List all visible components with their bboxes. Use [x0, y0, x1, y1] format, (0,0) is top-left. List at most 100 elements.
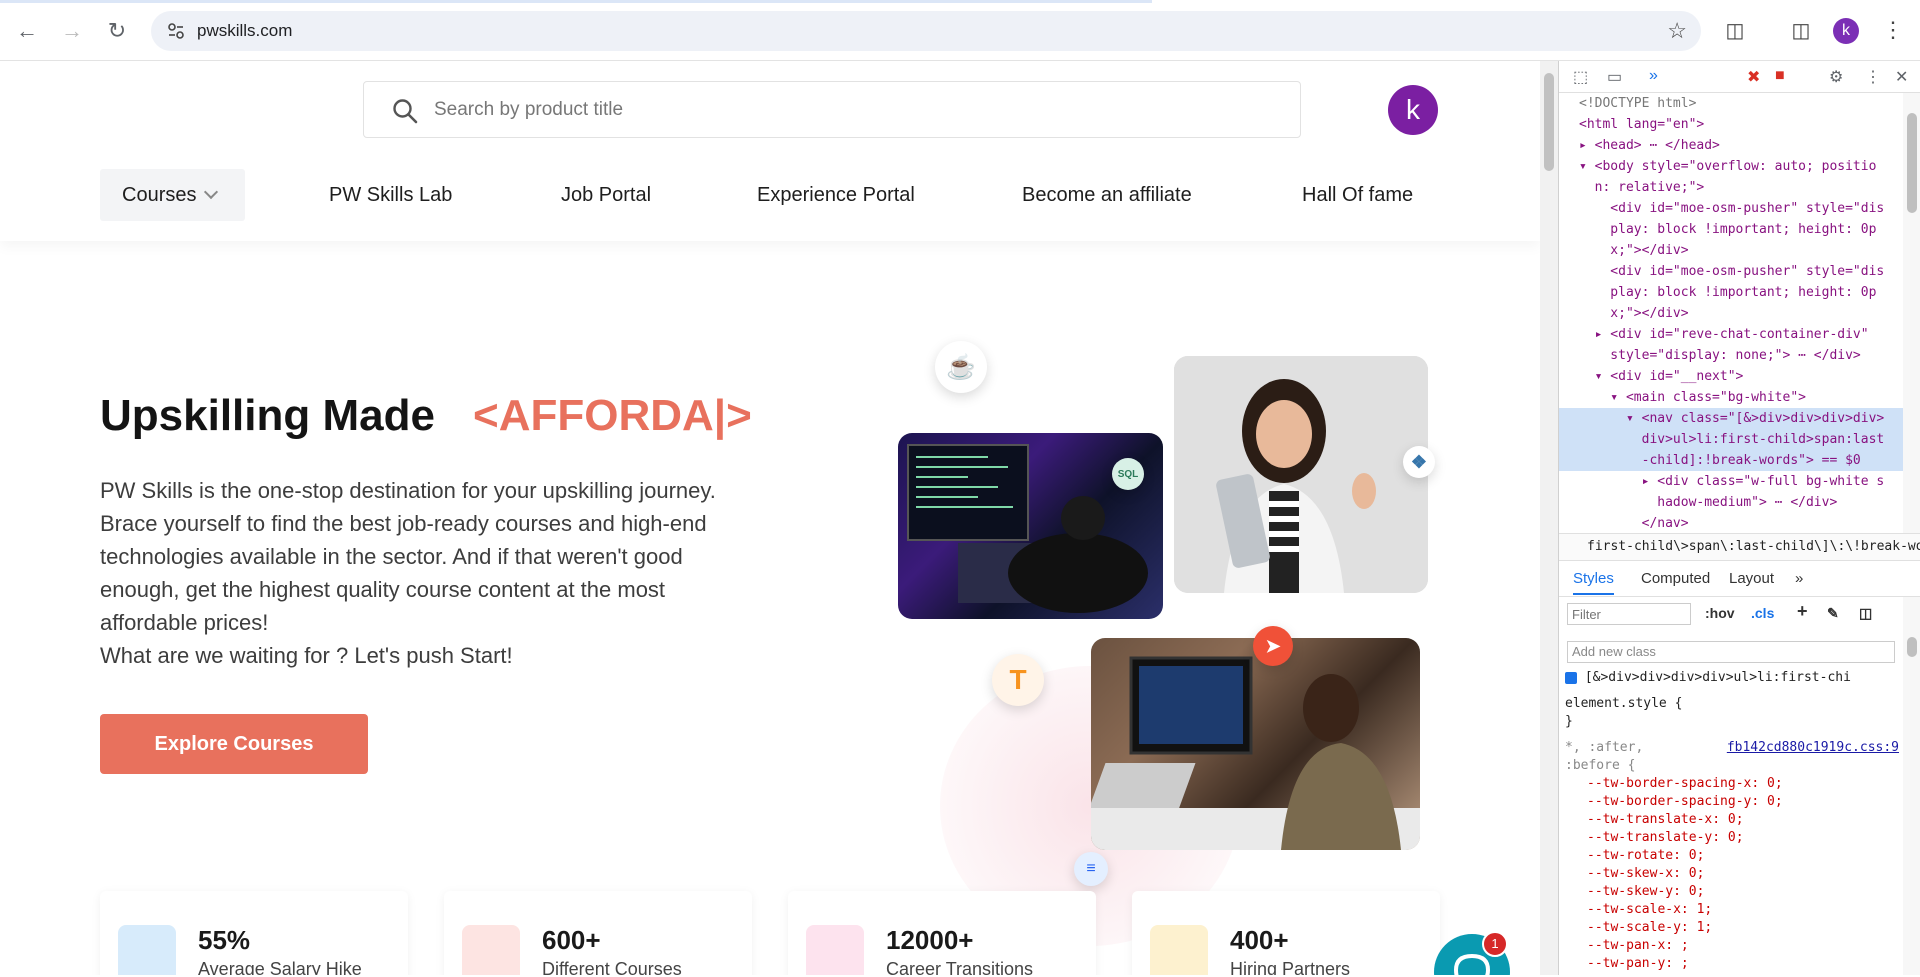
class-checkbox-row[interactable]: [&>div>div>div>div>ul>li:first-chi	[1565, 669, 1903, 687]
extensions-icon[interactable]: ◫	[1720, 15, 1750, 45]
close-devtools-icon[interactable]: ✕	[1895, 67, 1908, 87]
dom-line[interactable]: </nav>	[1579, 513, 1903, 534]
css-property[interactable]: --tw-pan-y: ;	[1565, 955, 1903, 973]
book-icon	[462, 925, 520, 975]
explore-courses-button[interactable]: Explore Courses	[100, 714, 368, 774]
tab-computed[interactable]: Computed	[1641, 570, 1710, 587]
new-rule-plus-icon[interactable]: +	[1797, 601, 1808, 622]
dom-line[interactable]: <html lang="en">	[1579, 114, 1903, 135]
bookmark-star-icon[interactable]: ☆	[1667, 18, 1687, 44]
dom-scrollbar-thumb[interactable]	[1907, 113, 1917, 213]
css-property[interactable]: --tw-translate-y: 0;	[1565, 829, 1903, 847]
styles-filter-row: :hov .cls + ✎ ◫	[1559, 597, 1903, 631]
error-count-icon[interactable]: ✖	[1747, 67, 1760, 87]
css-property[interactable]: --tw-translate-x: 0;	[1565, 811, 1903, 829]
dom-line[interactable]: ▾ <div id="__next">	[1579, 366, 1903, 387]
toggle-sidebar-icon[interactable]: ◫	[1859, 605, 1872, 622]
css-property[interactable]: --tw-border-spacing-x: 0;	[1565, 775, 1903, 793]
hov-toggle[interactable]: :hov	[1705, 605, 1735, 621]
css-property[interactable]: --tw-scale-y: 1;	[1565, 919, 1903, 937]
dom-line[interactable]: ▸ <head> ⋯ </head>	[1579, 135, 1903, 156]
styles-scrollbar[interactable]	[1903, 597, 1920, 975]
class-checkbox-icon[interactable]	[1565, 671, 1577, 684]
dom-line[interactable]: <div id="moe-osm-pusher" style="dis	[1579, 261, 1903, 282]
menu-courses-label: Courses	[122, 184, 197, 206]
dom-line[interactable]: style="display: none;"> ⋯ </div>	[1579, 345, 1903, 366]
dom-line-selected[interactable]: -child]:!break-words"> == $0	[1559, 450, 1903, 471]
site-info-icon[interactable]	[167, 22, 185, 40]
page-scrollbar[interactable]	[1540, 61, 1558, 975]
devtools-panel: ⬚ ▭ » ✖ ■ ⚙ ⋮ ✕ <!DOCTYPE html> <html la…	[1558, 61, 1920, 975]
search-input[interactable]	[434, 94, 1234, 126]
dom-line[interactable]: <div id="moe-osm-pusher" style="dis	[1579, 198, 1903, 219]
hero-collage: ☕ SQL ❖ T ➤ ≡	[890, 336, 1450, 946]
dom-line-selected[interactable]: ▾ <nav class="[&>div>div>div>div>	[1559, 408, 1903, 429]
stat-label: Different Courses	[542, 959, 682, 975]
tab-layout[interactable]: Layout	[1729, 570, 1774, 587]
device-toolbar-icon[interactable]: ▭	[1607, 67, 1622, 87]
css-property[interactable]: --tw-rotate: 0;	[1565, 847, 1903, 865]
dom-line[interactable]: play: block !important; height: 0p	[1579, 282, 1903, 303]
element-style-selector[interactable]: element.style {	[1565, 695, 1903, 713]
hero-desc-line: affordable prices!	[100, 610, 269, 635]
css-property[interactable]: --tw-pan-x: ;	[1565, 937, 1903, 955]
forward-arrow-icon[interactable]: →	[55, 14, 89, 48]
browser-menu-icon[interactable]: ⋮	[1878, 15, 1908, 45]
tab-more[interactable]: »	[1795, 570, 1803, 587]
address-bar[interactable]: pwskills.com ☆	[151, 11, 1701, 51]
stat-value: 400+	[1230, 925, 1289, 955]
dom-line[interactable]: play: block !important; height: 0p	[1579, 219, 1903, 240]
menu-courses[interactable]: Courses	[100, 169, 245, 221]
reload-icon[interactable]: ↻	[100, 14, 134, 48]
devtools-menu-icon[interactable]: ⋮	[1865, 67, 1881, 87]
menu-job-portal[interactable]: Job Portal	[561, 169, 651, 221]
dom-line[interactable]: ▾ <body style="overflow: auto; positio	[1579, 156, 1903, 177]
back-arrow-icon[interactable]: ←	[10, 14, 44, 48]
page-scrollbar-thumb[interactable]	[1544, 73, 1554, 171]
user-avatar[interactable]: k	[1388, 85, 1438, 135]
styles-filter-input[interactable]	[1567, 603, 1691, 625]
dom-line[interactable]: n: relative;">	[1579, 177, 1903, 198]
css-source-link[interactable]: fb142cd880c1919c.css:9	[1727, 739, 1899, 757]
url-text[interactable]: pwskills.com	[197, 21, 292, 41]
man-at-computer-photo	[1091, 638, 1420, 850]
tab-styles[interactable]: Styles	[1573, 570, 1614, 595]
dom-scrollbar[interactable]	[1903, 93, 1920, 533]
add-class-input[interactable]: Add new class	[1567, 641, 1895, 663]
dom-line[interactable]: ▾ <main class="bg-white">	[1579, 387, 1903, 408]
css-property[interactable]: --tw-skew-x: 0;	[1565, 865, 1903, 883]
universal-selector: *, :after, fb142cd880c1919c.css:9	[1565, 739, 1903, 757]
more-tabs-icon[interactable]: »	[1649, 67, 1658, 85]
menu-hall-of-fame[interactable]: Hall Of fame	[1302, 169, 1413, 221]
styles-scrollbar-thumb[interactable]	[1907, 637, 1917, 657]
stat-value: 55%	[198, 925, 251, 955]
profile-avatar[interactable]: k	[1833, 18, 1859, 44]
stat-card-courses: 600+ Different Courses	[444, 891, 752, 975]
dom-tree[interactable]: <!DOCTYPE html> <html lang="en"> ▸ <head…	[1559, 93, 1903, 533]
menu-experience-portal[interactable]: Experience Portal	[757, 169, 915, 221]
dom-line[interactable]: hadow-medium"> ⋯ </div>	[1579, 492, 1903, 513]
style-rules: [&>div>div>div>div>ul>li:first-chi eleme…	[1559, 667, 1903, 977]
css-property[interactable]: --tw-skew-y: 0;	[1565, 883, 1903, 901]
closing-brace: }	[1565, 714, 1573, 729]
cls-toggle[interactable]: .cls	[1751, 605, 1774, 621]
css-property[interactable]: --tw-border-spacing-y: 0;	[1565, 793, 1903, 811]
search-box[interactable]	[363, 81, 1301, 138]
inspect-element-icon[interactable]: ⬚	[1573, 67, 1588, 87]
dom-line[interactable]: ▸ <div class="w-full bg-white s	[1579, 471, 1903, 492]
dom-breadcrumb[interactable]: first-child\>span\:last-child\]\:\!break…	[1559, 533, 1920, 561]
settings-gear-icon[interactable]: ⚙	[1829, 67, 1843, 87]
dom-line[interactable]: x;"></div>	[1579, 303, 1903, 324]
issues-icon[interactable]: ■	[1775, 67, 1785, 85]
side-panel-icon[interactable]: ◫	[1786, 15, 1816, 45]
menu-become-affiliate[interactable]: Become an affiliate	[1022, 169, 1192, 221]
dom-line[interactable]: <!DOCTYPE html>	[1579, 93, 1903, 114]
menu-pw-skills-lab[interactable]: PW Skills Lab	[329, 169, 452, 221]
dom-line-selected[interactable]: div>ul>li:first-child>span:last	[1559, 429, 1903, 450]
paint-brush-icon[interactable]: ✎	[1827, 605, 1839, 622]
dom-line[interactable]: ▸ <div id="reve-chat-container-div"	[1579, 324, 1903, 345]
dom-line[interactable]: x;"></div>	[1579, 240, 1903, 261]
hero-desc-line: technologies available in the sector. An…	[100, 544, 683, 569]
chat-widget-button[interactable]: 1	[1434, 931, 1510, 975]
css-property[interactable]: --tw-scale-x: 1;	[1565, 901, 1903, 919]
